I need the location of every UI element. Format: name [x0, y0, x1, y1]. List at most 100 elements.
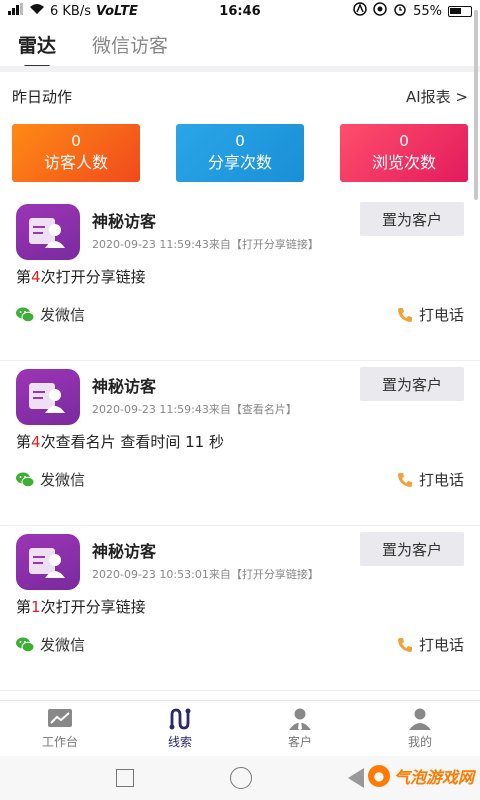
signal-icon [8, 3, 24, 19]
visitor-feed: 神秘访客 2020-09-23 11:59:43来自【打开分享链接】 置为客户 … [0, 196, 480, 700]
status-bar: 6 KB/s VoLTE 16:46 55% [0, 0, 480, 22]
visitor-avatar [16, 534, 80, 590]
visitor-activity: 第4次打开分享链接 [16, 266, 146, 287]
activity-suffix: 次打开分享链接 [40, 268, 146, 286]
send-wechat-button[interactable]: 发微信 [16, 634, 85, 655]
phone-icon [397, 637, 412, 652]
action-header: 昨日动作 AI报表 > [12, 86, 468, 107]
nfc-icon [353, 2, 367, 20]
tab-radar[interactable]: 雷达 [18, 31, 56, 58]
status-left: 6 KB/s VoLTE [8, 3, 138, 19]
contact-card-icon [29, 383, 65, 413]
network-speed: 6 KB/s [50, 3, 91, 19]
wifi-icon [29, 3, 45, 19]
activity-suffix: 次查看名片 查看时间 11 秒 [40, 433, 224, 451]
action-title: 昨日动作 [12, 88, 73, 106]
visitor-name: 神秘访客 [92, 542, 157, 561]
call-button[interactable]: 打电话 [397, 634, 464, 655]
customer-icon [289, 708, 311, 730]
nav-workbench[interactable]: 工作台 [0, 701, 120, 756]
activity-prefix: 第 [16, 598, 32, 616]
battery-percent: 55% [413, 3, 442, 19]
visitor-activity: 第1次打开分享链接 [16, 596, 146, 617]
activity-count: 4 [31, 433, 41, 451]
stats-row: 0 访客人数 0 分享次数 0 浏览次数 [12, 124, 468, 182]
activity-prefix: 第 [16, 433, 32, 451]
profile-icon [409, 708, 431, 730]
send-wechat-button[interactable]: 发微信 [16, 304, 85, 325]
set-as-customer-button[interactable]: 置为客户 [360, 202, 464, 236]
location-icon [373, 2, 387, 20]
wechat-icon [16, 307, 34, 322]
status-time: 16:46 [219, 3, 261, 19]
visitor-avatar [16, 369, 80, 425]
site-watermark: ● 气泡游戏网 [367, 764, 474, 788]
send-wechat-label: 发微信 [40, 471, 86, 489]
home-button[interactable] [230, 767, 252, 789]
nav-leads[interactable]: 线索 [120, 701, 240, 756]
next-card-peek [0, 691, 480, 700]
contact-card-icon [29, 548, 65, 578]
nav-customers-label: 客户 [287, 735, 312, 749]
nav-customers[interactable]: 客户 [240, 701, 360, 756]
phone-icon [397, 472, 412, 487]
chart-icon [48, 709, 72, 727]
tab-divider [0, 66, 480, 72]
call-button[interactable]: 打电话 [397, 304, 464, 325]
call-label: 打电话 [418, 306, 464, 324]
visitor-name: 神秘访客 [92, 212, 157, 231]
set-as-customer-button[interactable]: 置为客户 [360, 367, 464, 401]
ai-report-link[interactable]: AI报表 > [406, 86, 468, 107]
call-label: 打电话 [418, 636, 464, 654]
call-label: 打电话 [418, 471, 464, 489]
activity-suffix: 次打开分享链接 [40, 598, 146, 616]
stat-visitors[interactable]: 0 访客人数 [12, 124, 140, 182]
watermark-text: 气泡游戏网 [393, 768, 474, 787]
phone-icon [397, 307, 412, 322]
stat-views-value: 0 [399, 132, 409, 150]
nav-leads-label: 线索 [167, 735, 192, 749]
stat-views-label: 浏览次数 [371, 153, 436, 172]
visitor-meta: 2020-09-23 11:59:43来自【打开分享链接】 [92, 238, 319, 251]
visitor-card: 神秘访客 2020-09-23 11:59:43来自【打开分享链接】 置为客户 … [0, 196, 480, 361]
nav-profile-label: 我的 [407, 735, 432, 749]
battery-icon [448, 5, 472, 17]
bottom-nav: 工作台 线索 客户 我的 [0, 700, 480, 756]
contact-card-icon [29, 218, 65, 248]
stat-shares[interactable]: 0 分享次数 [176, 124, 304, 182]
nav-profile[interactable]: 我的 [360, 701, 480, 756]
alarm-icon [393, 2, 407, 20]
activity-prefix: 第 [16, 268, 32, 286]
stat-shares-value: 0 [235, 132, 245, 150]
scrollbar[interactable] [474, 10, 478, 200]
send-wechat-button[interactable]: 发微信 [16, 469, 85, 490]
visitor-meta: 2020-09-23 11:59:43来自【查看名片】 [92, 403, 297, 416]
activity-count: 4 [31, 268, 41, 286]
bubble-logo-icon: ● [367, 765, 390, 787]
nav-workbench-label: 工作台 [41, 735, 78, 749]
visitor-activity: 第4次查看名片 查看时间 11 秒 [16, 431, 224, 452]
back-button[interactable] [348, 768, 364, 788]
visitor-card: 神秘访客 2020-09-23 10:53:01来自【打开分享链接】 置为客户 … [0, 526, 480, 691]
send-wechat-label: 发微信 [40, 636, 86, 654]
visitor-name: 神秘访客 [92, 377, 157, 396]
volte-tag: VoLTE [96, 3, 138, 19]
top-tabs: 雷达 微信访客 [0, 22, 480, 66]
tab-wechat-visitors[interactable]: 微信访客 [92, 31, 168, 58]
call-button[interactable]: 打电话 [397, 469, 464, 490]
stat-views[interactable]: 0 浏览次数 [340, 124, 468, 182]
activity-count: 1 [31, 598, 41, 616]
stat-visitors-label: 访客人数 [43, 153, 108, 172]
set-as-customer-button[interactable]: 置为客户 [360, 532, 464, 566]
stat-shares-label: 分享次数 [207, 153, 272, 172]
visitor-avatar [16, 204, 80, 260]
visitor-meta: 2020-09-23 10:53:01来自【打开分享链接】 [92, 568, 319, 581]
recent-apps-button[interactable] [116, 769, 134, 787]
visitor-card: 神秘访客 2020-09-23 11:59:43来自【查看名片】 置为客户 第4… [0, 361, 480, 526]
wechat-icon [16, 637, 34, 652]
route-icon [169, 708, 191, 730]
send-wechat-label: 发微信 [40, 306, 86, 324]
status-right: 55% [353, 2, 472, 20]
app-screen: 6 KB/s VoLTE 16:46 55% 雷达 微信访客 昨日动作 AI报表… [0, 0, 480, 800]
stat-visitors-value: 0 [71, 132, 81, 150]
